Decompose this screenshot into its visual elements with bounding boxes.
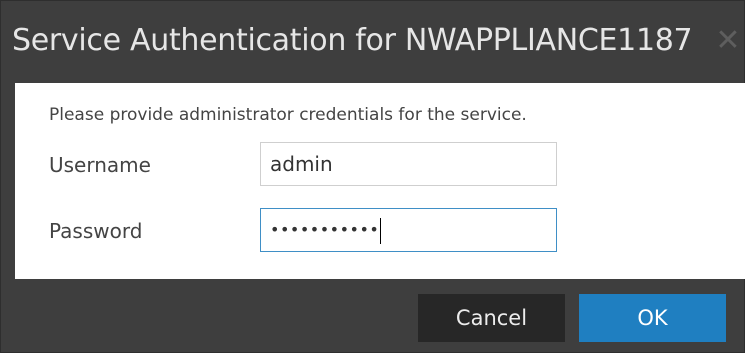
password-field[interactable]: ••••••••••• [260,208,557,252]
text-caret [380,217,382,244]
dialog-title: Service Authentication for NWAPPLIANCE11… [12,23,693,58]
dialog-content: Please provide administrator credentials… [15,83,745,279]
username-label: Username [49,153,151,177]
service-authentication-dialog: Service Authentication for NWAPPLIANCE11… [0,0,745,353]
cancel-button[interactable]: Cancel [418,294,565,342]
instruction-text: Please provide administrator credentials… [49,105,527,125]
dialog-titlebar: Service Authentication for NWAPPLIANCE11… [1,1,745,83]
username-field[interactable]: admin [260,142,557,186]
password-masked-value: ••••••••••• [270,220,380,239]
close-icon[interactable]: ✕ [713,25,743,57]
password-label: Password [49,219,143,243]
username-value: admin [270,152,333,176]
ok-button[interactable]: OK [579,294,726,342]
